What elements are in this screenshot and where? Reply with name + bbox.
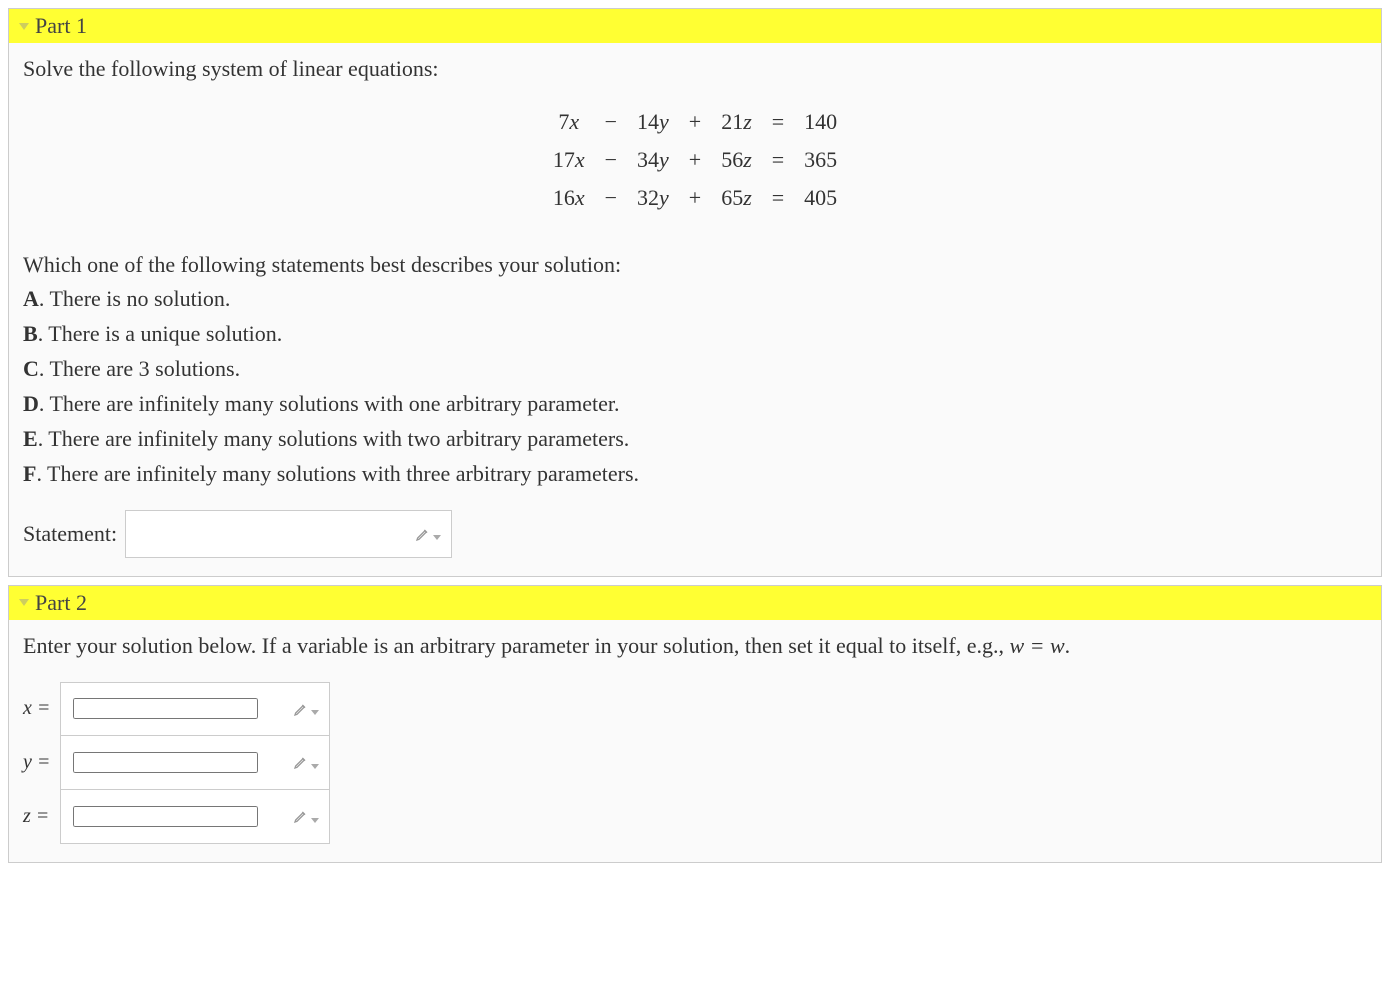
pencil-icon[interactable] [293, 754, 319, 770]
chevron-down-icon [311, 818, 319, 823]
part-1-header[interactable]: Part 1 [9, 9, 1381, 43]
y-input[interactable] [73, 752, 258, 773]
options-list: A. There is no solution.B. There is a un… [23, 283, 1367, 489]
part-2: Part 2 Enter your solution below. If a v… [8, 585, 1382, 863]
option-E: E. There are infinitely many solutions w… [23, 423, 1367, 455]
part-1-question: Which one of the following statements be… [23, 249, 1367, 281]
solution-row: z = [23, 790, 330, 844]
option-D: D. There are infinitely many solutions w… [23, 388, 1367, 420]
option-F: F. There are infinitely many solutions w… [23, 458, 1367, 490]
prompt-text-a: Enter your solution below. If a variable… [23, 633, 1009, 658]
solution-row: y = [23, 736, 330, 790]
equation-block: 7x−14y+21z=14017x−34y+56z=36516x−32y+65z… [23, 103, 1367, 217]
chevron-down-icon [433, 535, 441, 540]
statement-input[interactable] [138, 521, 407, 546]
part-2-header[interactable]: Part 2 [9, 586, 1381, 620]
chevron-down-icon [311, 764, 319, 769]
statement-row: Statement: [23, 510, 1367, 558]
part-1: Part 1 Solve the following system of lin… [8, 8, 1382, 577]
part-1-prompt: Solve the following system of linear equ… [23, 53, 1367, 85]
x-input[interactable] [73, 698, 258, 719]
pencil-icon[interactable] [415, 526, 441, 542]
solution-row: x = [23, 682, 330, 736]
part-1-body: Solve the following system of linear equ… [9, 43, 1381, 576]
prompt-text-b: w = w [1009, 633, 1064, 658]
var-label: y = [23, 736, 60, 790]
prompt-text-c: . [1065, 633, 1071, 658]
chevron-down-icon [19, 599, 29, 606]
statement-input-box[interactable] [125, 510, 452, 558]
equation-row: 16x−32y+65z=405 [543, 179, 847, 217]
chevron-down-icon [311, 710, 319, 715]
statement-label: Statement: [23, 518, 117, 550]
pencil-icon[interactable] [293, 808, 319, 824]
equation-row: 7x−14y+21z=140 [543, 103, 847, 141]
chevron-down-icon [19, 23, 29, 30]
z-input-box[interactable] [60, 790, 330, 844]
equation-table: 7x−14y+21z=14017x−34y+56z=36516x−32y+65z… [543, 103, 847, 217]
equation-row: 17x−34y+56z=365 [543, 141, 847, 179]
option-A: A. There is no solution. [23, 283, 1367, 315]
z-input[interactable] [73, 806, 258, 827]
part-2-title: Part 2 [35, 590, 87, 616]
pencil-icon[interactable] [293, 701, 319, 717]
option-C: C. There are 3 solutions. [23, 353, 1367, 385]
part-1-title: Part 1 [35, 13, 87, 39]
var-label: z = [23, 790, 60, 844]
part-2-body: Enter your solution below. If a variable… [9, 620, 1381, 862]
option-B: B. There is a unique solution. [23, 318, 1367, 350]
x-input-box[interactable] [60, 682, 330, 736]
solution-grid: x =y =z = [23, 682, 330, 844]
part-2-prompt: Enter your solution below. If a variable… [23, 630, 1367, 662]
var-label: x = [23, 682, 60, 736]
y-input-box[interactable] [60, 736, 330, 790]
